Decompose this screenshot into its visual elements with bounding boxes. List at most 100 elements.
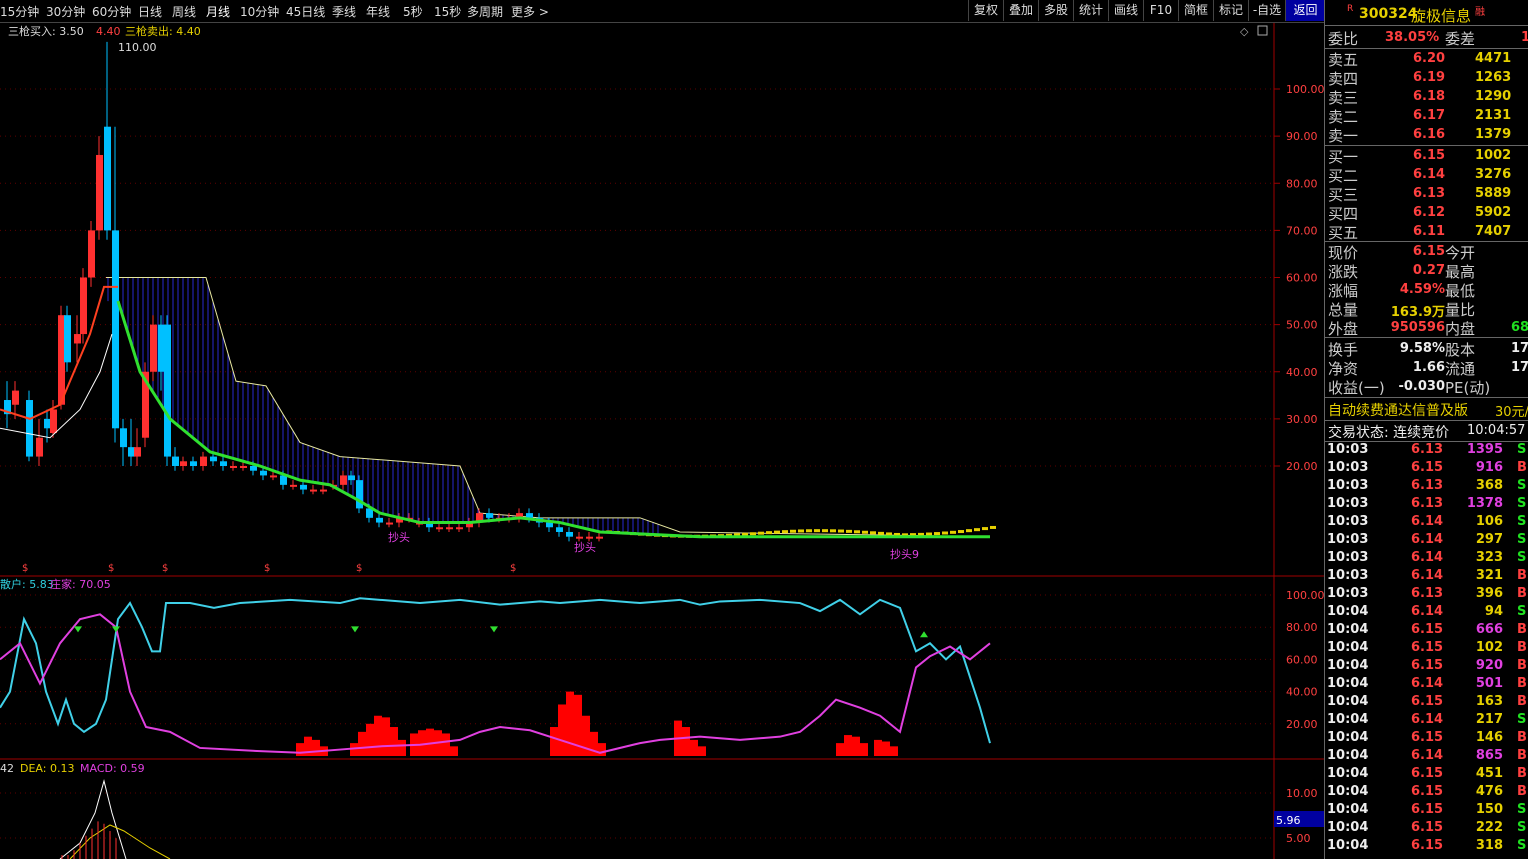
tick-side: S [1517, 712, 1527, 727]
bid-row: 买五 6.11 7407 [1325, 222, 1528, 242]
period-yearly[interactable]: 年线 [366, 3, 390, 20]
period-15min[interactable]: 15分钟 [0, 3, 39, 20]
promo-row[interactable]: 自动续费通达信普及版 30元/ [1325, 400, 1528, 420]
candle-body [120, 428, 127, 448]
candle-body [862, 530, 868, 534]
stock-name: 旋极信息 [1411, 7, 1472, 25]
candle-body [134, 447, 141, 457]
stat-row: 换手 9.58% 股本 17 [1325, 339, 1528, 359]
price-axis-ticks: 100.00 90.00 80.00 70.00 60.00 50.00 40.00 30.0… [1274, 83, 1324, 473]
margin-tag: 融 [1475, 7, 1485, 18]
simple-frame-button[interactable]: 简框 [1178, 0, 1213, 21]
stat-label-2: 最低 [1445, 282, 1476, 300]
row-volume: 5902 [1475, 205, 1512, 220]
stat-label-2: 流通 [1445, 360, 1476, 378]
period-monthly[interactable]: 月线 [206, 3, 230, 20]
period-quarterly[interactable]: 季线 [332, 3, 356, 20]
draw-line-button[interactable]: 画线 [1108, 0, 1143, 21]
candle-body [774, 530, 780, 534]
stat-value-2: 68 [1511, 320, 1528, 335]
candle-body [300, 484, 307, 490]
mark-button[interactable]: 标记 [1213, 0, 1248, 21]
promo-text[interactable]: 自动续费通达信普及版 [1328, 400, 1468, 420]
period-60min[interactable]: 60分钟 [92, 3, 131, 20]
stat-row: 涨幅 4.59% 最低 [1325, 280, 1528, 300]
dealer-bar [366, 723, 374, 756]
tick-price: 6.13 [1411, 496, 1444, 511]
candle-body [128, 447, 135, 457]
dealer-bar [390, 727, 398, 756]
back-button[interactable]: 返回 [1285, 0, 1325, 21]
candle-body [526, 513, 533, 518]
candle-body [220, 461, 227, 466]
tick-row: 10:03 6.14 297 S [1325, 532, 1528, 550]
dealer-line [0, 613, 991, 754]
period-weekly[interactable]: 周线 [172, 3, 196, 20]
f10-button[interactable]: F10 [1143, 0, 1178, 21]
candle-body [586, 536, 593, 539]
tick-price: 6.13 [1411, 478, 1444, 493]
candle-body [806, 529, 812, 533]
code-badge: R [1347, 4, 1354, 14]
candle-body [782, 530, 788, 534]
stat-row: 涨跌 0.27 最高 [1325, 261, 1528, 281]
tick-volume: 146 [1475, 730, 1503, 745]
tick-time: 10:04 [1327, 766, 1369, 781]
candle-body [320, 489, 327, 492]
period-30min[interactable]: 30分钟 [46, 3, 85, 20]
period-more[interactable]: 更多 > [511, 3, 549, 20]
tick-volume: 451 [1475, 766, 1503, 781]
quote-panel: R 300324 旋极信息 融 委比 38.05% 委差 1 卖五 6.20 4… [1324, 0, 1528, 859]
tick-row: 10:03 6.13 368 S [1325, 478, 1528, 496]
candle-body [854, 530, 860, 534]
period-multi[interactable]: 多周期 [467, 3, 503, 20]
row-label: 卖二 [1328, 108, 1359, 126]
row-price: 6.14 [1413, 167, 1446, 182]
indicator1-tick: 40.00 [1286, 686, 1318, 699]
candle-body [310, 489, 317, 492]
legend-dealer: 庄家: 70.05 [50, 577, 111, 591]
row-price: 6.15 [1413, 148, 1446, 163]
tick-price: 6.15 [1411, 694, 1444, 709]
kline-chart[interactable]: 三枪买入: 3.50 4.40 三枪卖出: 4.40 110.00 ◇ 抄头 抄… [0, 23, 1324, 859]
tick-price: 6.14 [1411, 550, 1444, 565]
add-watchlist-button[interactable]: -自选 [1248, 0, 1285, 21]
tick-price: 6.13 [1411, 442, 1444, 457]
tick-side: B [1517, 658, 1527, 673]
stat-value: 9.58% [1399, 341, 1445, 356]
window-toggle-icon[interactable] [1257, 25, 1268, 36]
tick-volume: 916 [1475, 460, 1503, 475]
tick-row: 10:04 6.15 150 S [1325, 802, 1528, 820]
tick-volume: 297 [1475, 532, 1503, 547]
stat-label: 净资 [1328, 360, 1359, 378]
candle-body [164, 324, 171, 457]
diamond-icon[interactable]: ◇ [1240, 25, 1249, 38]
period-45day[interactable]: 45日线 [286, 3, 325, 20]
row-volume: 1290 [1475, 89, 1512, 104]
tick-time: 10:04 [1327, 658, 1369, 673]
overlay-button[interactable]: 叠加 [1003, 0, 1038, 21]
tick-row: 10:04 6.15 102 B [1325, 640, 1528, 658]
indicator1-axis-ticks: 100.00 80.00 60.00 40.00 20.00 [1286, 589, 1324, 731]
stat-value: -0.030 [1398, 379, 1445, 394]
candle-body [990, 525, 996, 529]
promo-price: 30元/ [1495, 405, 1528, 420]
row-label: 买四 [1328, 205, 1359, 223]
dealer-bar [374, 715, 382, 756]
period-15sec[interactable]: 15秒 [434, 3, 461, 20]
multi-stock-button[interactable]: 多股 [1038, 0, 1073, 21]
restore-rights-button[interactable]: 复权 [968, 0, 1003, 21]
period-5sec[interactable]: 5秒 [403, 3, 423, 20]
row-label: 卖三 [1328, 89, 1359, 107]
stat-value: 0.27 [1412, 263, 1445, 278]
candle-body [250, 466, 257, 471]
bid-row: 买一 6.15 1002 [1325, 146, 1528, 166]
period-daily[interactable]: 日线 [138, 3, 162, 20]
tick-time: 10:04 [1327, 712, 1369, 727]
sell-triangle-icon [351, 626, 359, 633]
statistics-button[interactable]: 统计 [1073, 0, 1108, 21]
candle-body [80, 277, 87, 335]
period-10min[interactable]: 10分钟 [240, 3, 279, 20]
legend-macd: MACD: 0.59 [80, 762, 145, 775]
candle-body [966, 529, 972, 533]
